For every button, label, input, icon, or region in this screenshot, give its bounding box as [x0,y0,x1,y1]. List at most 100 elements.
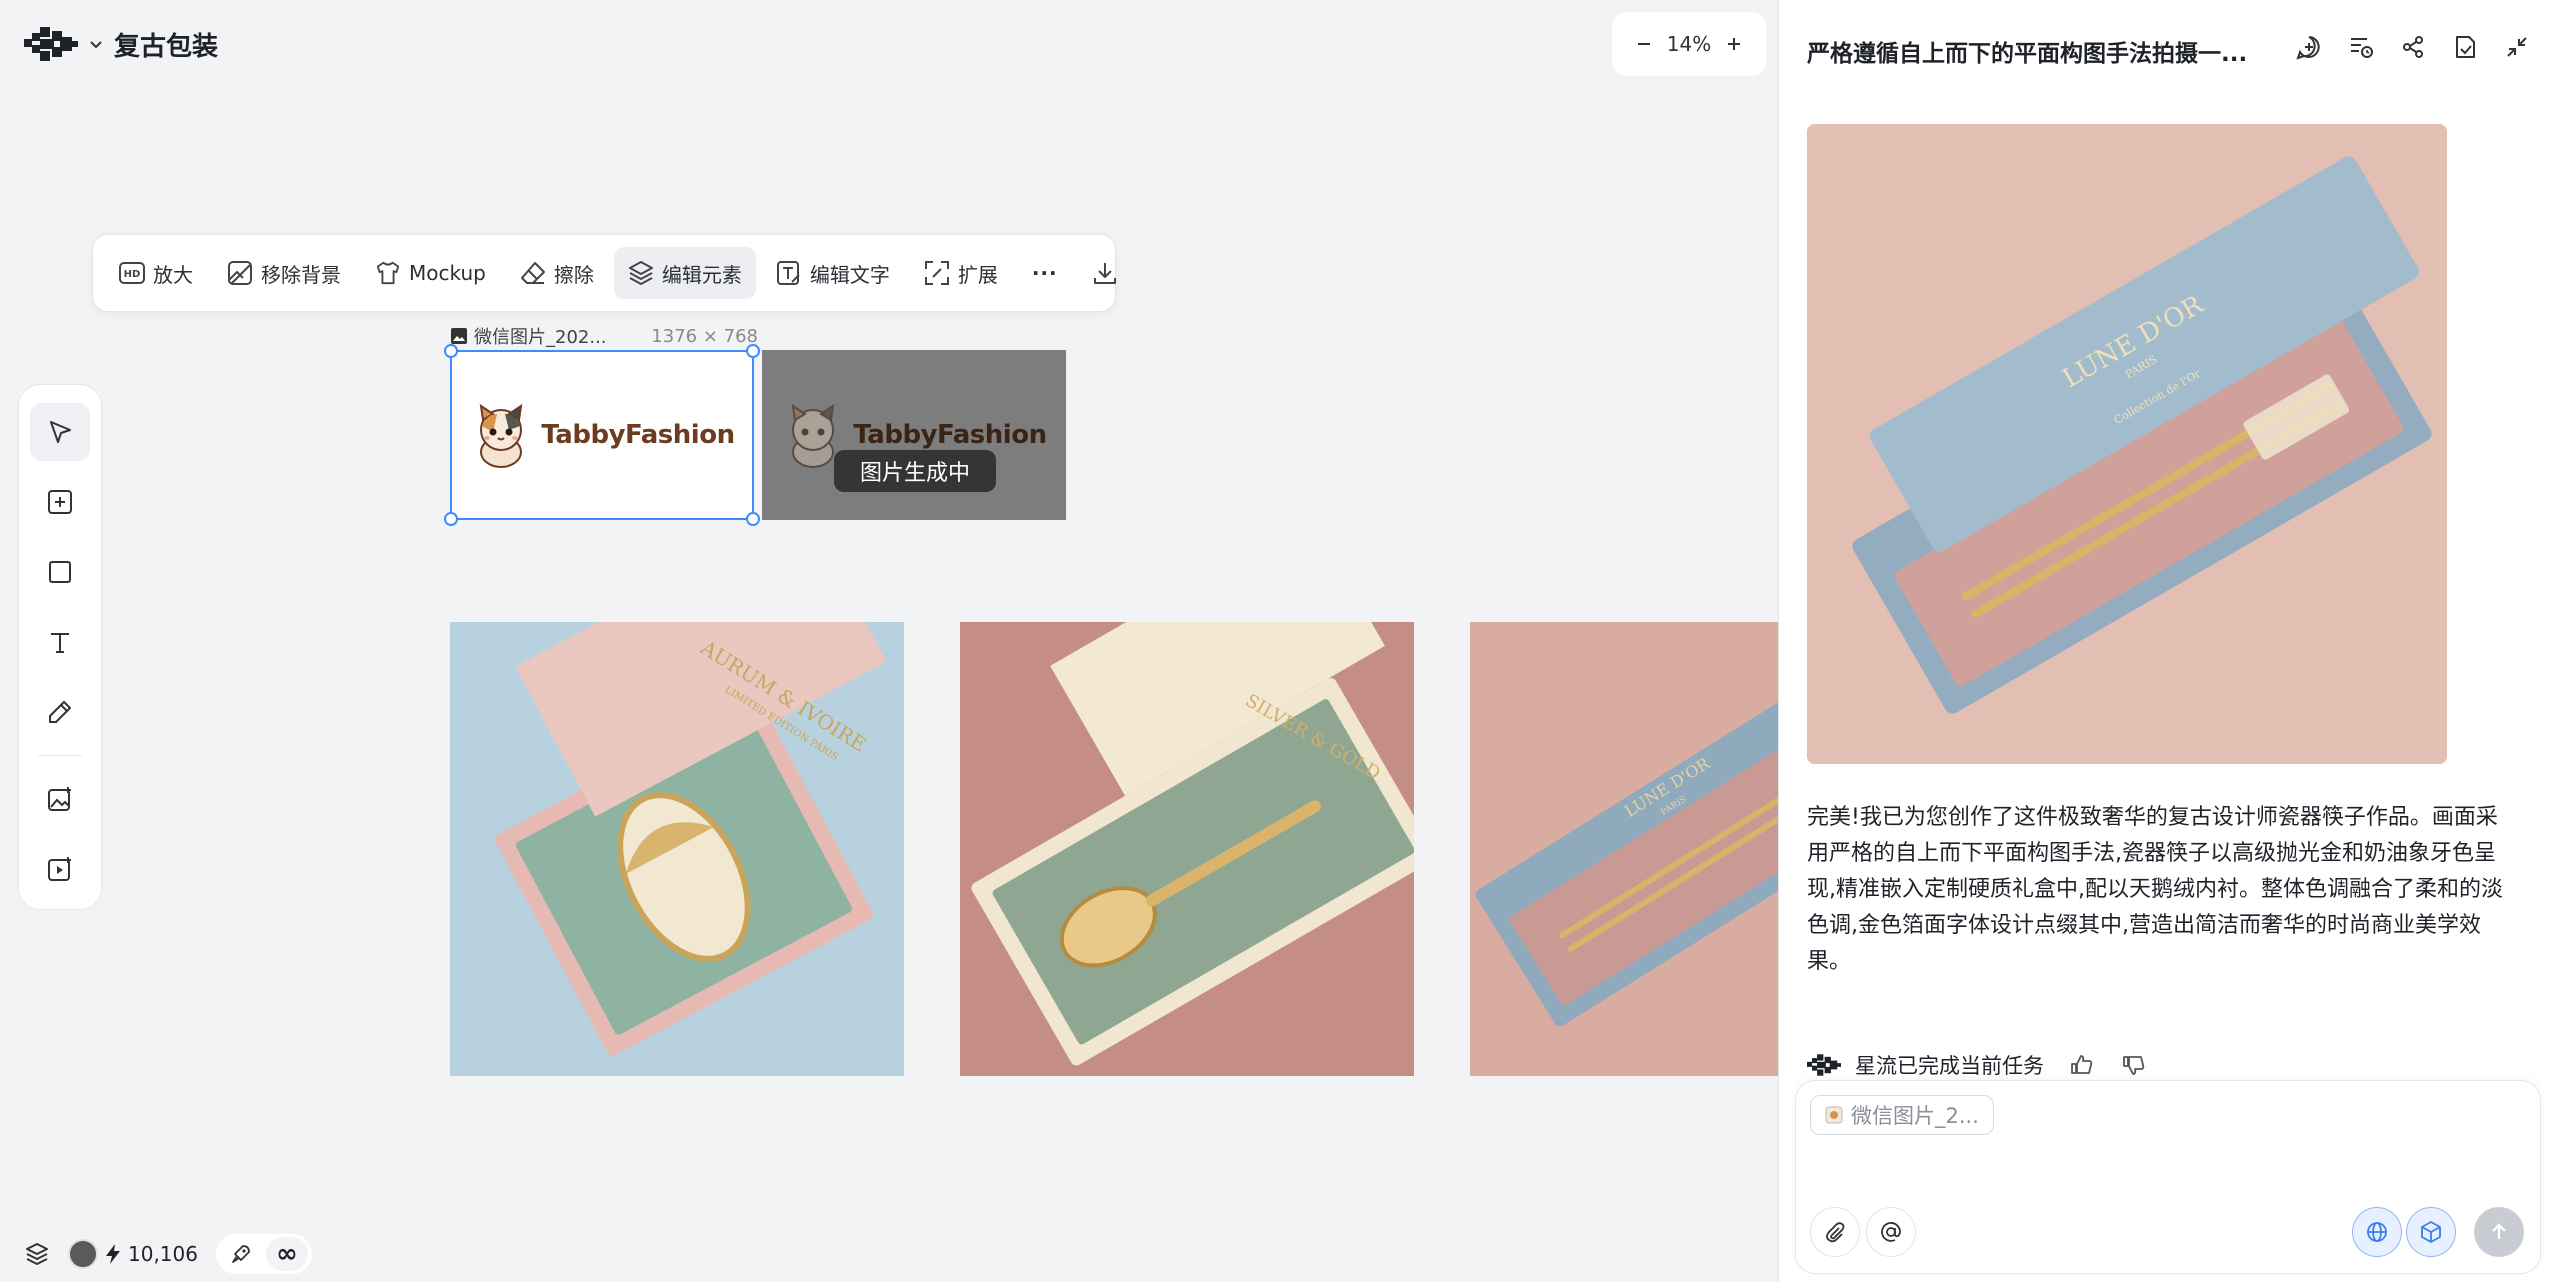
logo-text: TabbyFashion [541,420,735,450]
zoom-level[interactable]: 14% [1667,32,1711,56]
task-status-text: 星流已完成当前任务 [1855,1054,2044,1078]
image-toolbar: HD 放大 移除背景 Mockup 擦除 编辑元素 编辑文字 扩展 ··· [92,234,1116,312]
chat-composer: 微信图片_2... [1795,1080,2541,1274]
new-chat-icon[interactable] [2294,32,2324,62]
download-button[interactable] [1078,247,1132,299]
rail-divider [38,755,82,756]
chat-generated-image[interactable]: LUNE D'OR PARIS Collection de l'Or [1807,124,2447,764]
thumbs-up-icon[interactable] [2068,1051,2096,1079]
app-logo-icon[interactable] [24,27,78,61]
remove-background-label: 移除背景 [261,262,341,287]
resize-handle-br[interactable] [746,512,760,526]
image-generate-tool[interactable] [30,770,90,828]
logo-image-selected[interactable]: TabbyFashion [444,344,760,526]
text-tool[interactable] [30,613,90,671]
download-icon [1092,260,1118,286]
expand-icon [924,260,950,286]
attachment-name: 微信图片_2... [1851,1104,1979,1128]
remove-background-icon [227,260,253,286]
add-frame-tool[interactable] [30,473,90,531]
eraser-icon [520,260,546,286]
edit-text-label: 编辑文字 [809,262,890,287]
cat-mascot-icon [469,402,533,468]
globe-icon [2365,1220,2389,1244]
assistant-message: 完美!我已为您创作了这件极致奢华的复古设计师瓷器筷子作品。画面采用严格的自上而下… [1807,805,2503,974]
upscale-label: 放大 [153,262,193,287]
remove-background-button[interactable]: 移除背景 [213,247,355,299]
paperclip-icon [1824,1221,1846,1243]
chat-actions [2294,32,2532,62]
pen-tool[interactable] [30,683,90,741]
edit-elements-button[interactable]: 编辑元素 [613,247,756,299]
rocket-icon[interactable] [220,1237,262,1271]
expand-button[interactable]: 扩展 [910,247,1012,299]
svg-text:HD: HD [124,269,141,280]
upscale-button[interactable]: HD 放大 [105,247,207,299]
image-file-icon [450,327,468,345]
more-button[interactable]: ··· [1018,247,1072,299]
logo-text: TabbyFashion [853,420,1047,450]
erase-button[interactable]: 擦除 [506,247,608,299]
arrow-up-icon [2488,1221,2510,1243]
zoom-out-button[interactable] [1630,30,1658,58]
at-icon [1880,1221,1902,1243]
image-thumbnail-icon [1825,1106,1843,1124]
chat-title: 严格遵循自上而下的平面构图手法拍摄一... [1807,41,2247,67]
web-search-toggle[interactable] [2352,1207,2402,1257]
mention-button[interactable] [1866,1207,1916,1257]
edit-elements-label: 编辑元素 [661,262,742,287]
project-title[interactable]: 复古包装 [114,26,218,63]
credits[interactable]: 10,106 [68,1239,198,1269]
infinite-mode-button[interactable]: ∞ [265,1237,308,1271]
credits-count: 10,106 [128,1242,198,1266]
product-photo-chopsticks[interactable]: LUNE D'OR PARIS [1470,622,1780,1076]
image-dimensions: 1376 × 768 [651,325,758,347]
resize-handle-tr[interactable] [746,344,760,358]
lightning-icon [106,1244,120,1264]
more-icon: ··· [1031,261,1058,285]
edit-text-button[interactable]: 编辑文字 [762,247,904,299]
product-photo-mouse[interactable]: AURUM & IVOIRE LIMITED EDITION PARIS [450,622,904,1076]
layers-panel-icon[interactable] [24,1241,50,1267]
bottom-status-bar: 10,106 ∞ [24,1232,312,1276]
zoom-in-button[interactable] [1720,30,1748,58]
zoom-control: 14% [1612,12,1766,76]
resize-handle-tl[interactable] [444,344,458,358]
product-photo-spoon[interactable]: SILVER & GOLD [960,622,1414,1076]
cube-icon [2419,1220,2443,1244]
expand-label: 扩展 [957,262,998,287]
generating-badge: 图片生成中 [834,450,996,492]
mockup-label: Mockup [409,261,486,285]
select-tool[interactable] [30,403,90,461]
project-header: 复古包装 [24,22,218,66]
chat-input[interactable] [1810,1145,2520,1195]
mockup-button[interactable]: Mockup [361,247,500,299]
resize-handle-bl[interactable] [444,512,458,526]
attachment-chip[interactable]: 微信图片_2... [1810,1095,1994,1135]
tshirt-icon [375,260,401,286]
app-logo-icon [1807,1054,1841,1076]
edit-text-icon [776,260,802,286]
attach-button[interactable] [1810,1207,1860,1257]
image-name: 微信图片_202... [474,327,607,348]
save-file-icon[interactable] [2450,32,2480,62]
tool-rail [18,384,102,910]
video-generate-tool[interactable] [30,840,90,898]
chevron-down-icon[interactable] [88,36,104,52]
erase-label: 擦除 [553,262,594,287]
history-icon[interactable] [2346,32,2376,62]
mode-toggle: ∞ [215,1234,312,1274]
layers-icon [628,260,654,286]
task-status-row: 星流已完成当前任务 [1807,1050,2148,1080]
collapse-panel-icon[interactable] [2502,32,2532,62]
avatar[interactable] [68,1239,98,1269]
share-icon[interactable] [2398,32,2428,62]
thumbs-down-icon[interactable] [2120,1051,2148,1079]
send-button[interactable] [2474,1207,2524,1257]
hd-icon: HD [119,260,145,286]
3d-mode-toggle[interactable] [2406,1207,2456,1257]
logo-image-generating[interactable]: TabbyFashion [762,350,1066,520]
image-label: 微信图片_202... 1376 × 768 [450,322,758,350]
rectangle-tool[interactable] [30,543,90,601]
chat-panel: 严格遵循自上而下的平面构图手法拍摄一... LUNE D'OR PARIS Co… [1778,0,2556,1282]
